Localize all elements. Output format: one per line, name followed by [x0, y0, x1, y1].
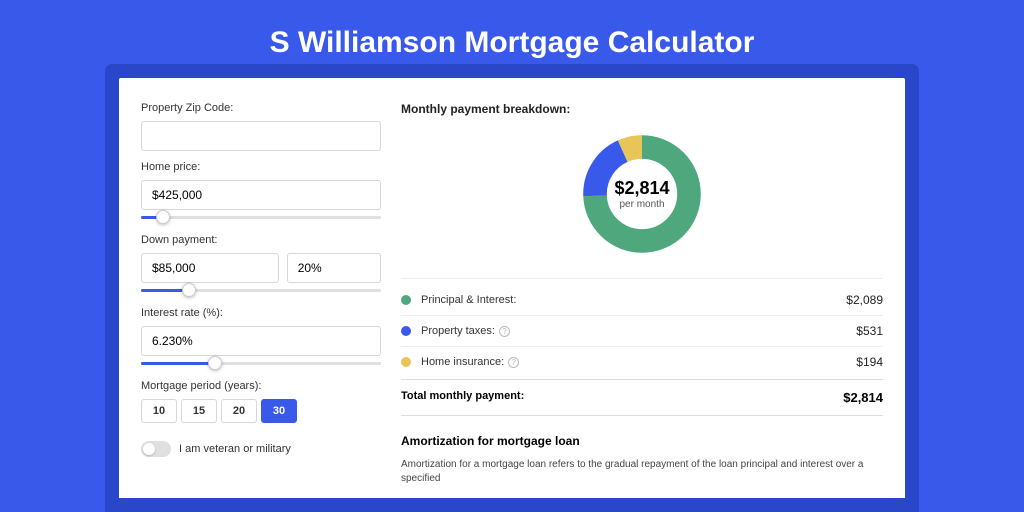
- period-buttons: 10152030: [141, 399, 381, 423]
- info-icon[interactable]: ?: [508, 357, 519, 368]
- period-group: Mortgage period (years): 10152030: [141, 380, 381, 423]
- interest-input[interactable]: [141, 326, 381, 356]
- home-price-slider[interactable]: [141, 212, 381, 224]
- down-payment-label: Down payment:: [141, 234, 381, 246]
- down-payment-pct-input[interactable]: [287, 253, 381, 283]
- legend-dot: [401, 326, 411, 336]
- total-label: Total monthly payment:: [401, 390, 843, 405]
- slider-thumb[interactable]: [208, 356, 222, 370]
- page-title: S Williamson Mortgage Calculator: [0, 0, 1024, 78]
- veteran-label: I am veteran or military: [179, 443, 291, 455]
- zip-input[interactable]: [141, 121, 381, 151]
- legend: Principal & Interest:$2,089Property taxe…: [401, 285, 883, 377]
- period-label: Mortgage period (years):: [141, 380, 381, 392]
- legend-row: Principal & Interest:$2,089: [401, 285, 883, 316]
- slider-thumb[interactable]: [182, 283, 196, 297]
- home-price-input[interactable]: [141, 180, 381, 210]
- legend-row: Property taxes: ?$531: [401, 316, 883, 347]
- zip-group: Property Zip Code:: [141, 102, 381, 151]
- breakdown-column: Monthly payment breakdown: $2,814 per mo…: [401, 102, 883, 498]
- period-button-10[interactable]: 10: [141, 399, 177, 423]
- info-icon[interactable]: ?: [499, 326, 510, 337]
- donut-sub: per month: [619, 199, 664, 210]
- legend-label: Principal & Interest:: [421, 294, 846, 306]
- calculator-panel: Property Zip Code: Home price: Down paym…: [119, 78, 905, 498]
- veteran-row: I am veteran or military: [141, 441, 381, 457]
- legend-dot: [401, 295, 411, 305]
- total-row: Total monthly payment: $2,814: [401, 379, 883, 416]
- breakdown-header: Monthly payment breakdown:: [401, 102, 883, 116]
- amort-text: Amortization for a mortgage loan refers …: [401, 458, 883, 486]
- total-value: $2,814: [843, 390, 883, 405]
- legend-row: Home insurance: ?$194: [401, 347, 883, 377]
- interest-slider[interactable]: [141, 358, 381, 370]
- period-button-30[interactable]: 30: [261, 399, 297, 423]
- home-price-label: Home price:: [141, 161, 381, 173]
- donut-chart: $2,814 per month: [580, 132, 704, 256]
- interest-group: Interest rate (%):: [141, 307, 381, 370]
- legend-label: Home insurance: ?: [421, 356, 856, 368]
- donut-wrap: $2,814 per month: [401, 128, 883, 272]
- home-price-group: Home price:: [141, 161, 381, 224]
- legend-value: $2,089: [846, 293, 883, 307]
- donut-amount: $2,814: [614, 178, 669, 199]
- form-column: Property Zip Code: Home price: Down paym…: [141, 102, 381, 498]
- period-button-20[interactable]: 20: [221, 399, 257, 423]
- period-button-15[interactable]: 15: [181, 399, 217, 423]
- down-payment-slider[interactable]: [141, 285, 381, 297]
- slider-thumb[interactable]: [156, 210, 170, 224]
- zip-label: Property Zip Code:: [141, 102, 381, 114]
- legend-dot: [401, 357, 411, 367]
- veteran-toggle[interactable]: [141, 441, 171, 457]
- interest-label: Interest rate (%):: [141, 307, 381, 319]
- down-payment-group: Down payment:: [141, 234, 381, 297]
- legend-label: Property taxes: ?: [421, 325, 856, 337]
- legend-value: $194: [856, 355, 883, 369]
- divider: [401, 278, 883, 279]
- legend-value: $531: [856, 324, 883, 338]
- amort-header: Amortization for mortgage loan: [401, 434, 883, 448]
- down-payment-input[interactable]: [141, 253, 279, 283]
- amortization-section: Amortization for mortgage loan Amortizat…: [401, 434, 883, 486]
